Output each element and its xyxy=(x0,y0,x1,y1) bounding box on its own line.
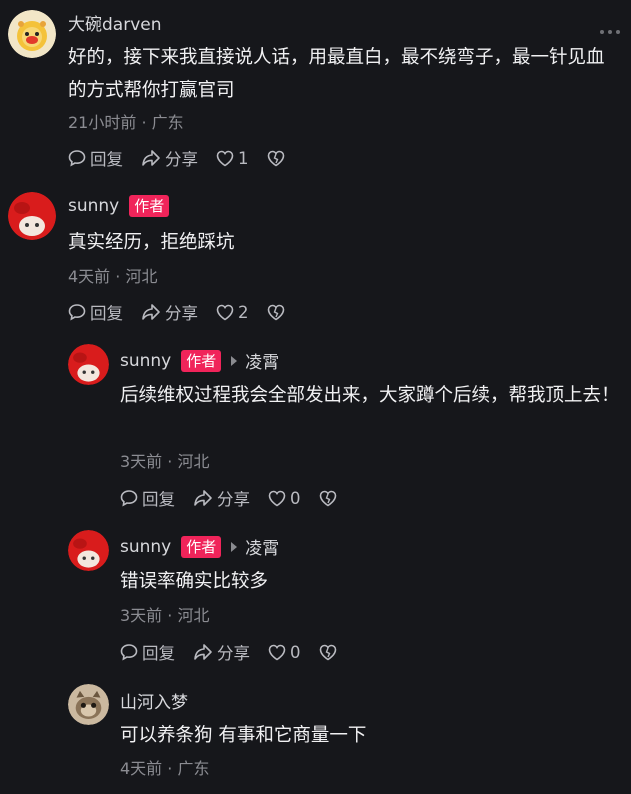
reply-icon xyxy=(68,304,86,321)
like-icon xyxy=(268,644,286,660)
like-button[interactable]: 0 xyxy=(268,643,301,662)
username[interactable]: sunny xyxy=(68,196,119,216)
dislike-icon xyxy=(267,150,284,166)
like-button[interactable]: 0 xyxy=(268,489,301,508)
username[interactable]: 大碗darven xyxy=(68,10,162,35)
comment-text: 真实经历，拒绝踩坑 xyxy=(68,232,235,253)
reply-label: 回复 xyxy=(142,644,175,663)
share-icon xyxy=(194,644,212,660)
dislike-icon xyxy=(319,644,336,660)
reply-label: 回复 xyxy=(90,304,123,323)
reply-to: 凌霄 xyxy=(231,348,279,373)
like-icon xyxy=(268,490,286,506)
share-icon xyxy=(142,304,160,320)
username[interactable]: sunny xyxy=(120,351,171,371)
share-label: 分享 xyxy=(217,490,250,509)
reply-icon xyxy=(120,644,138,661)
username-row: sunny 作者 凌霄 xyxy=(120,348,279,373)
share-label: 分享 xyxy=(165,304,198,323)
username-row: sunny 作者 xyxy=(68,195,170,217)
action-bar: 回复 分享 2 xyxy=(68,300,307,324)
avatar[interactable] xyxy=(8,192,56,240)
comment-meta: 3天前 · 河北 xyxy=(120,452,210,471)
reply-button[interactable]: 回复 xyxy=(120,486,175,510)
reply-label: 回复 xyxy=(142,490,175,509)
comment-meta: 3天前 · 河北 xyxy=(120,606,210,625)
comment-text: 后续维权过程我会全部发出来，大家蹲个后续，帮我顶上去！ xyxy=(120,385,620,406)
share-button[interactable]: 分享 xyxy=(141,146,198,170)
more-icon[interactable] xyxy=(599,20,621,39)
comment-meta: 4天前 · 广东 xyxy=(120,759,210,778)
author-badge: 作者 xyxy=(129,195,170,217)
username-row: sunny 作者 凌霄 xyxy=(120,534,279,559)
avatar[interactable] xyxy=(68,684,109,725)
like-count: 1 xyxy=(238,148,249,168)
reply-to-username[interactable]: 凌霄 xyxy=(245,534,279,559)
action-bar: 回复 分享 0 xyxy=(120,640,359,664)
reply-label: 回复 xyxy=(90,150,123,169)
like-icon xyxy=(216,150,234,166)
username[interactable]: 山河入梦 xyxy=(120,688,188,713)
reply-to: 凌霄 xyxy=(231,534,279,559)
avatar[interactable] xyxy=(68,530,109,571)
comment-text: 可以养条狗 有事和它商量一下 xyxy=(120,725,367,746)
action-bar: 回复 分享 0 xyxy=(120,486,359,510)
username-row: 大碗darven xyxy=(68,10,162,35)
avatar[interactable] xyxy=(8,10,56,58)
share-button[interactable]: 分享 xyxy=(193,640,250,664)
reply-icon xyxy=(68,150,86,167)
dislike-icon xyxy=(319,490,336,506)
username[interactable]: sunny xyxy=(120,537,171,557)
author-badge: 作者 xyxy=(181,349,222,372)
username-row: 山河入梦 xyxy=(120,688,188,713)
dislike-icon xyxy=(267,304,284,320)
share-button[interactable]: 分享 xyxy=(193,486,250,510)
reply-button[interactable]: 回复 xyxy=(68,300,123,324)
dislike-button[interactable] xyxy=(319,644,341,661)
share-label: 分享 xyxy=(165,150,198,169)
share-label: 分享 xyxy=(217,644,250,663)
share-icon xyxy=(142,150,160,166)
like-icon xyxy=(216,304,234,320)
share-button[interactable]: 分享 xyxy=(141,300,198,324)
like-count: 0 xyxy=(290,642,301,662)
like-button[interactable]: 1 xyxy=(216,149,249,168)
share-icon xyxy=(194,490,212,506)
like-button[interactable]: 2 xyxy=(216,303,249,322)
comment-text: 好的，接下来我直接说人话，用最直白，最不绕弯子，最一针见血的方式帮你打赢官司 xyxy=(68,47,605,101)
comment-text: 错误率确实比较多 xyxy=(120,571,269,592)
like-count: 2 xyxy=(238,302,249,322)
comment-meta: 21小时前 · 广东 xyxy=(68,113,184,132)
author-badge: 作者 xyxy=(181,535,222,558)
avatar[interactable] xyxy=(68,344,109,385)
reply-icon xyxy=(120,490,138,507)
dislike-button[interactable] xyxy=(267,150,289,167)
arrow-right-icon xyxy=(231,355,238,366)
reply-button[interactable]: 回复 xyxy=(120,640,175,664)
reply-to-username[interactable]: 凌霄 xyxy=(245,348,279,373)
arrow-right-icon xyxy=(231,541,238,552)
like-count: 0 xyxy=(290,488,301,508)
reply-button[interactable]: 回复 xyxy=(68,146,123,170)
dislike-button[interactable] xyxy=(267,304,289,321)
action-bar: 回复 分享 1 xyxy=(68,146,307,170)
comment-meta: 4天前 · 河北 xyxy=(68,267,158,286)
dislike-button[interactable] xyxy=(319,490,341,507)
